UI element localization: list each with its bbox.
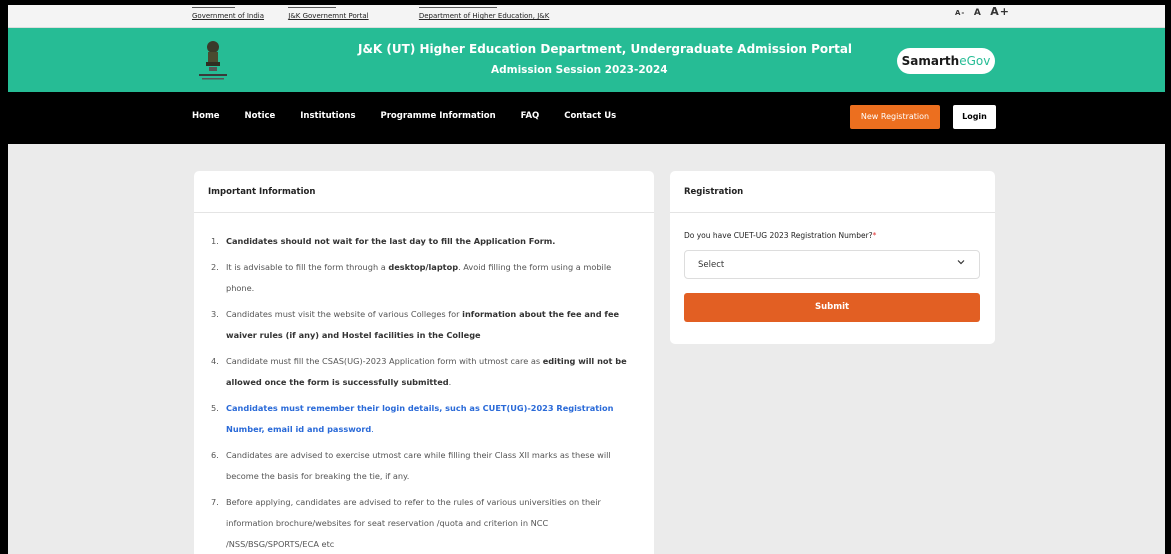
nav-contact-us[interactable]: Contact Us xyxy=(564,111,616,121)
info-item-text: Candidate must fill the CSAS(UG)-2023 Ap… xyxy=(226,351,640,393)
registration-body: Do you have CUET-UG 2023 Registration Nu… xyxy=(670,213,995,322)
select-value: Select xyxy=(698,260,725,270)
link-higher-education[interactable]: Department of Higher Education, J&K xyxy=(418,7,549,20)
link-government-of-india[interactable]: Government of India xyxy=(192,7,264,20)
info-item-number: 1. xyxy=(211,236,219,246)
chevron-down-icon xyxy=(957,258,965,269)
info-item-fragment: Before applying, candidates are advised … xyxy=(226,497,601,549)
registration-heading: Registration xyxy=(670,171,995,213)
info-item-fragment: Candidates should not wait for the last … xyxy=(226,236,556,246)
nav-programme-information[interactable]: Programme Information xyxy=(381,111,496,121)
nav-faq[interactable]: FAQ xyxy=(521,111,540,121)
info-item-text: Before applying, candidates are advised … xyxy=(226,492,640,554)
info-item-fragment: desktop/laptop xyxy=(388,262,459,272)
link-jk-portal[interactable]: J&K Governemnt Portal xyxy=(288,7,369,20)
font-increase-button[interactable]: A+ xyxy=(990,5,1010,18)
info-item: 6. Candidates are advised to exercise utm… xyxy=(211,445,640,487)
main-navbar: Home Notice Institutions Programme Infor… xyxy=(8,92,1165,144)
info-item: 1. Candidates should not wait for the las… xyxy=(211,231,640,252)
state-emblem-icon xyxy=(193,38,233,82)
new-registration-button[interactable]: New Registration xyxy=(850,105,940,129)
info-item-number: 5. xyxy=(211,403,219,413)
nav-institutions[interactable]: Institutions xyxy=(300,111,355,121)
information-list: 1. Candidates should not wait for the las… xyxy=(194,213,654,554)
registration-card: Registration Do you have CUET-UG 2023 Re… xyxy=(670,171,995,344)
site-header: J&K (UT) Higher Education Department, Un… xyxy=(8,28,1165,92)
info-item: 3. Candidates must visit the website of v… xyxy=(211,304,640,346)
external-links: Government of India J&K Governemnt Porta… xyxy=(192,7,571,20)
info-item-fragment: Candidates must remember their login det… xyxy=(226,403,614,434)
info-item-fragment: Candidates must visit the website of var… xyxy=(226,309,463,319)
info-item-number: 7. xyxy=(211,497,219,507)
info-item-fragment: It is advisable to fill the form through… xyxy=(226,262,389,272)
info-item-number: 3. xyxy=(211,309,219,319)
info-item-fragment: . xyxy=(448,377,452,387)
info-item-fragment: Candidate must fill the CSAS(UG)-2023 Ap… xyxy=(226,356,543,366)
important-information-card: Important Information 1. Candidates shoul… xyxy=(194,171,654,554)
info-item-text: Candidates are advised to exercise utmos… xyxy=(226,445,640,487)
samarth-egov-logo[interactable]: SamartheGov xyxy=(897,48,995,74)
info-item-fragment: . xyxy=(371,424,374,434)
brand-part2: eGov xyxy=(959,54,991,68)
info-item-text: It is advisable to fill the form through… xyxy=(226,257,640,299)
info-item-number: 4. xyxy=(211,356,219,366)
info-item-fragment: Candidates are advised to exercise utmos… xyxy=(226,450,611,481)
important-information-heading: Important Information xyxy=(194,171,654,213)
font-size-controls: A- A A+ xyxy=(955,5,1014,18)
portal-title: J&K (UT) Higher Education Department, Un… xyxy=(358,42,853,56)
nav-home[interactable]: Home xyxy=(192,111,220,121)
cuet-question-text: Do you have CUET-UG 2023 Registration Nu… xyxy=(684,231,873,240)
info-item-text: Candidates must visit the website of var… xyxy=(226,304,640,346)
submit-button[interactable]: Submit xyxy=(684,293,980,322)
utility-bar: Government of India J&K Governemnt Porta… xyxy=(8,5,1165,28)
info-item: 7. Before applying, candidates are advise… xyxy=(211,492,640,554)
info-item: 4. Candidate must fill the CSAS(UG)-2023 … xyxy=(211,351,640,393)
page-frame: Government of India J&K Governemnt Porta… xyxy=(8,5,1165,554)
font-reset-button[interactable]: A xyxy=(974,8,982,18)
admission-session: Admission Session 2023-2024 xyxy=(491,64,668,76)
info-item: 5. Candidates must remember their login d… xyxy=(211,398,640,440)
info-item: 2. It is advisable to fill the form throu… xyxy=(211,257,640,299)
cuet-question-label: Do you have CUET-UG 2023 Registration Nu… xyxy=(684,231,981,240)
info-item-text: Candidates must remember their login det… xyxy=(226,398,640,440)
info-item-number: 6. xyxy=(211,450,219,460)
info-item-text: Candidates should not wait for the last … xyxy=(226,231,640,252)
required-mark: * xyxy=(872,231,877,240)
font-decrease-button[interactable]: A- xyxy=(955,9,965,17)
nav-notice[interactable]: Notice xyxy=(245,111,276,121)
cuet-number-select[interactable]: Select xyxy=(684,250,980,279)
brand-part1: Samarth xyxy=(901,54,960,68)
info-item-number: 2. xyxy=(211,262,219,272)
login-button[interactable]: Login xyxy=(953,105,996,129)
nav-menu: Home Notice Institutions Programme Infor… xyxy=(192,111,638,121)
